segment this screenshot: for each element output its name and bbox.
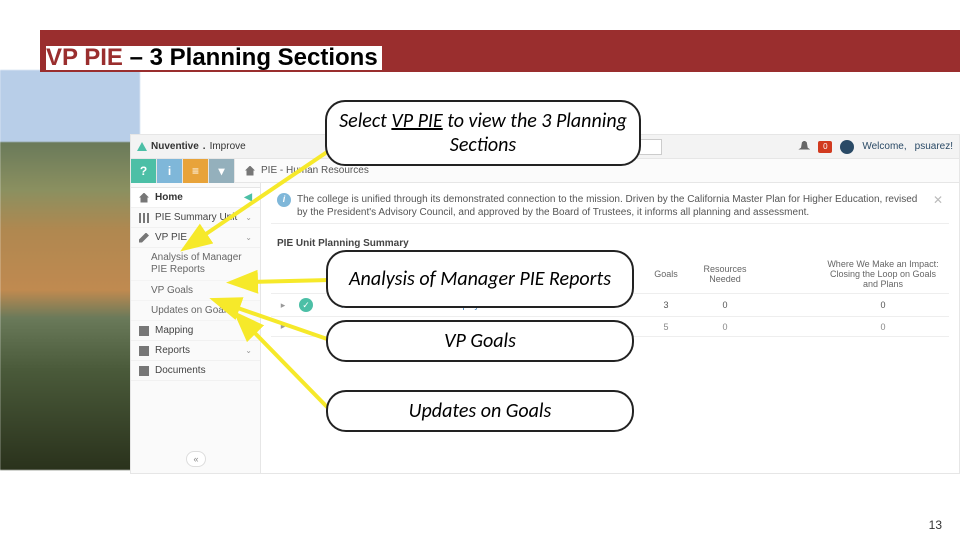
sidebar-label: Mapping <box>155 325 193 336</box>
pencil-icon <box>139 233 149 243</box>
callout-text: VP Goals <box>444 329 516 353</box>
cell-res: 0 <box>695 300 755 310</box>
col-goals: Goals <box>641 269 691 279</box>
logo-triangle-icon <box>137 142 147 151</box>
home-icon <box>139 193 149 203</box>
callout-underline: VP PIE <box>391 109 442 133</box>
brand-name: Nuventive <box>151 141 199 152</box>
col-impact: Where We Make an Impact: Closing the Loo… <box>823 259 943 289</box>
callout-updates: Updates on Goals <box>326 390 634 432</box>
welcome-label: Welcome, <box>862 141 906 152</box>
slide-title: VP PIE – 3 Planning Sections <box>46 46 382 70</box>
chevron-down-icon: ⌄ <box>245 346 252 355</box>
notification-area: 0 Welcome, psuarez! <box>798 140 953 154</box>
sidebar-subitem-vpgoals[interactable]: VP Goals <box>131 281 260 301</box>
filter-button[interactable]: ▾ <box>209 159 235 183</box>
close-icon[interactable]: ✕ <box>933 193 943 209</box>
col-resources: Resources Needed <box>695 264 755 284</box>
active-marker-icon: ◀ <box>244 192 252 203</box>
callout-select-vp-pie: Select VP PIE to view the 3 Planning Sec… <box>325 100 641 166</box>
chevron-down-icon: ⌄ <box>245 233 252 242</box>
callout-vp-goals: VP Goals <box>326 320 634 362</box>
info-button[interactable]: i <box>157 159 183 183</box>
app-logo: Nuventive. Improve <box>137 141 246 152</box>
home-icon[interactable] <box>245 166 255 176</box>
sidebar-label: Documents <box>155 365 206 376</box>
sidebar-label: VP PIE <box>155 232 187 243</box>
sidebar-label: Home <box>155 192 183 203</box>
callout-analysis: Analysis of Manager PIE Reports <box>326 250 634 308</box>
title-sep: – <box>123 44 150 71</box>
info-text: The college is unified through its demon… <box>297 193 927 219</box>
expand-icon[interactable]: ▸ <box>277 321 289 332</box>
cell-impact: 0 <box>823 322 943 332</box>
sidebar-collapse[interactable]: « <box>186 451 206 467</box>
cell-goals: 3 <box>641 300 691 310</box>
callout-text: Select <box>339 109 391 133</box>
unit-heading: PIE Unit Planning Summary <box>271 238 949 249</box>
username-label: psuarez! <box>915 141 953 152</box>
columns-icon <box>139 213 149 223</box>
cell-res: 0 <box>695 322 755 332</box>
sidebar: Home ◀ PIE Summary Unit ⌄ VP PIE ⌄ Analy… <box>131 183 261 473</box>
documents-icon <box>139 366 149 376</box>
breadcrumb-text: PIE - Human Resources <box>261 165 369 176</box>
sidebar-item-mapping[interactable]: Mapping ⌄ <box>131 321 260 341</box>
check-icon: ✓ <box>299 298 313 312</box>
sidebar-item-pie-summary[interactable]: PIE Summary Unit ⌄ <box>131 208 260 228</box>
mapping-icon <box>139 326 149 336</box>
help-button[interactable]: ? <box>131 159 157 183</box>
sidebar-item-reports[interactable]: Reports ⌄ <box>131 341 260 361</box>
callout-text: to view the 3 Planning Sections <box>443 109 627 157</box>
sidebar-item-vp-pie[interactable]: VP PIE ⌄ <box>131 228 260 248</box>
chevron-down-icon: ⌄ <box>245 213 252 222</box>
user-info[interactable]: Welcome, psuarez! <box>862 141 953 152</box>
menu-button[interactable]: ≡ <box>183 159 209 183</box>
mission-info-banner: i The college is unified through its dem… <box>271 189 949 224</box>
reports-icon <box>139 346 149 356</box>
cell-goals: 5 <box>641 322 691 332</box>
sidebar-label: PIE Summary Unit <box>155 212 237 223</box>
expand-icon[interactable]: ▸ <box>277 300 289 311</box>
sidebar-item-documents[interactable]: Documents <box>131 361 260 381</box>
chevron-down-icon: ⌄ <box>245 326 252 335</box>
brand-sub: Improve <box>210 141 246 152</box>
bell-icon[interactable] <box>798 141 810 153</box>
callout-text: Updates on Goals <box>409 399 552 423</box>
title-accent: VP PIE <box>46 44 123 71</box>
sidebar-subitem-analysis[interactable]: Analysis of Manager PIE Reports <box>131 248 260 281</box>
callout-text: Analysis of Manager PIE Reports <box>349 267 611 291</box>
sidebar-label: Reports <box>155 345 190 356</box>
notification-badge: 0 <box>818 141 832 153</box>
sidebar-subitem-updates[interactable]: Updates on Goals <box>131 301 260 321</box>
cell-impact: 0 <box>823 300 943 310</box>
avatar-icon[interactable] <box>840 140 854 154</box>
slide-background-photo <box>0 70 140 470</box>
page-number: 13 <box>929 518 942 532</box>
title-rest: 3 Planning Sections <box>150 44 378 71</box>
sidebar-item-home[interactable]: Home ◀ <box>131 187 260 208</box>
info-icon: i <box>277 193 291 207</box>
